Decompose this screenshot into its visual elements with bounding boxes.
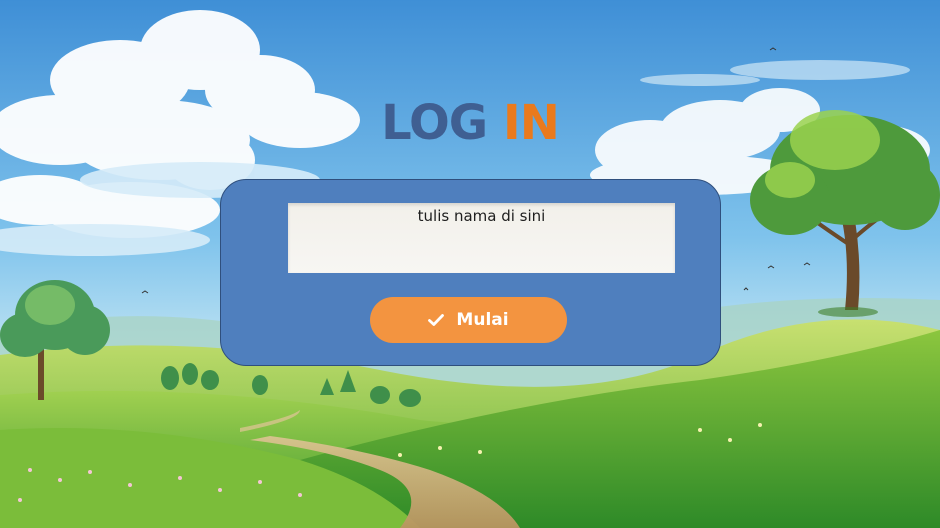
login-card: tulis nama di sini Mulai xyxy=(220,179,721,366)
check-icon xyxy=(428,314,445,326)
name-input[interactable] xyxy=(288,203,675,273)
title-log: LOG xyxy=(381,95,488,151)
page-title: LOG IN xyxy=(0,93,940,153)
title-in: IN xyxy=(502,95,560,151)
start-button[interactable]: Mulai xyxy=(370,297,567,343)
start-button-label: Mulai xyxy=(456,310,509,330)
